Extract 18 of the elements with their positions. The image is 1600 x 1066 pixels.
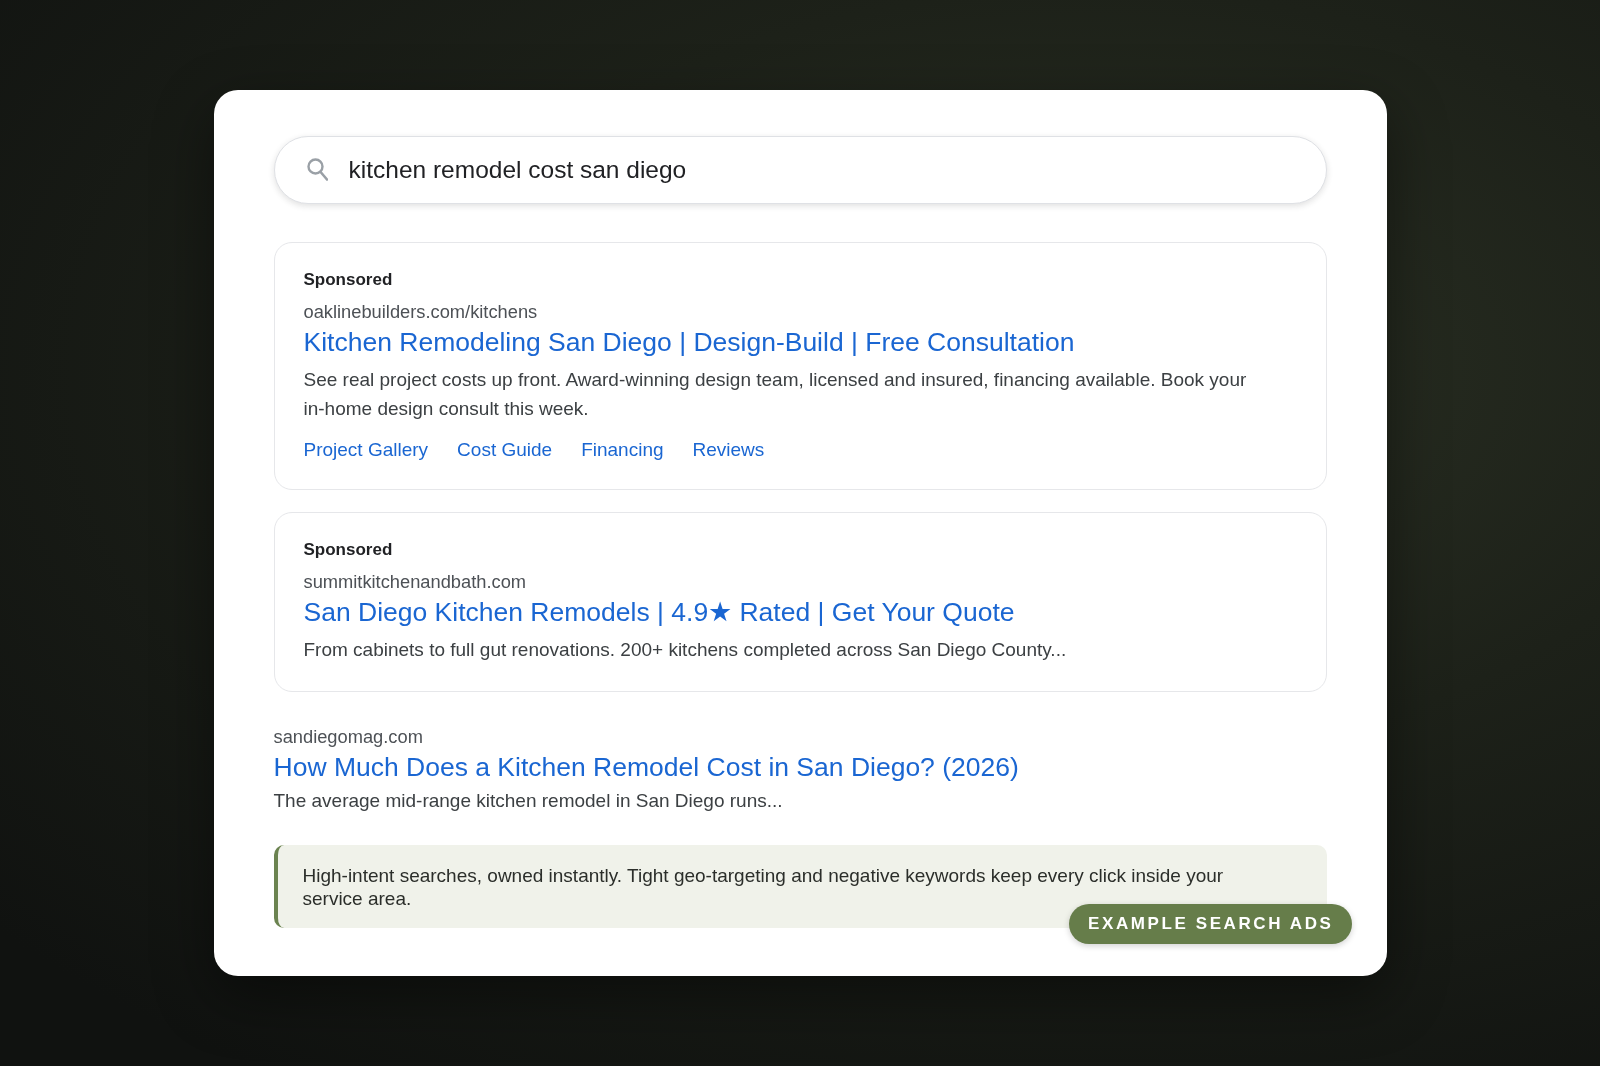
result-url: oaklinebuilders.com/kitchens	[303, 301, 538, 323]
result-description: From cabinets to full gut renovations. 200+ kitchens completed across San Diego County...	[303, 638, 1067, 662]
caption-badge: EXAMPLE SEARCH ADS	[1069, 904, 1352, 944]
sitelink[interactable]: Financing	[581, 438, 664, 462]
result-url: sandiegomag.com	[273, 726, 423, 748]
result-title-link[interactable]: Kitchen Remodeling San Diego | Design-Build | Free Consultation	[303, 325, 1075, 359]
search-field[interactable]: kitchen remodel cost san diego	[273, 136, 1327, 204]
sponsored-label: Sponsored	[303, 269, 393, 291]
sitelink[interactable]: Reviews	[692, 438, 765, 462]
result-url: summitkitchenandbath.com	[303, 571, 527, 593]
result-description: See real project costs up front. Award-winning design team, licensed and insured, financing available. Book your in-home design consult this week.	[303, 368, 1248, 421]
search-icon	[306, 158, 328, 181]
result-title-link[interactable]: San Diego Kitchen Remodels | 4.9★ Rated | Get Your Quote	[303, 595, 1015, 629]
sponsored-label: Sponsored	[303, 539, 393, 561]
sitelink[interactable]: Project Gallery	[303, 438, 429, 462]
result-description: The average mid-range kitchen remodel in San Diego runs...	[273, 789, 783, 813]
result-title-link[interactable]: How Much Does a Kitchen Remodel Cost in San Diego? (2026)	[273, 750, 1019, 784]
sitelink[interactable]: Cost Guide	[457, 438, 553, 462]
